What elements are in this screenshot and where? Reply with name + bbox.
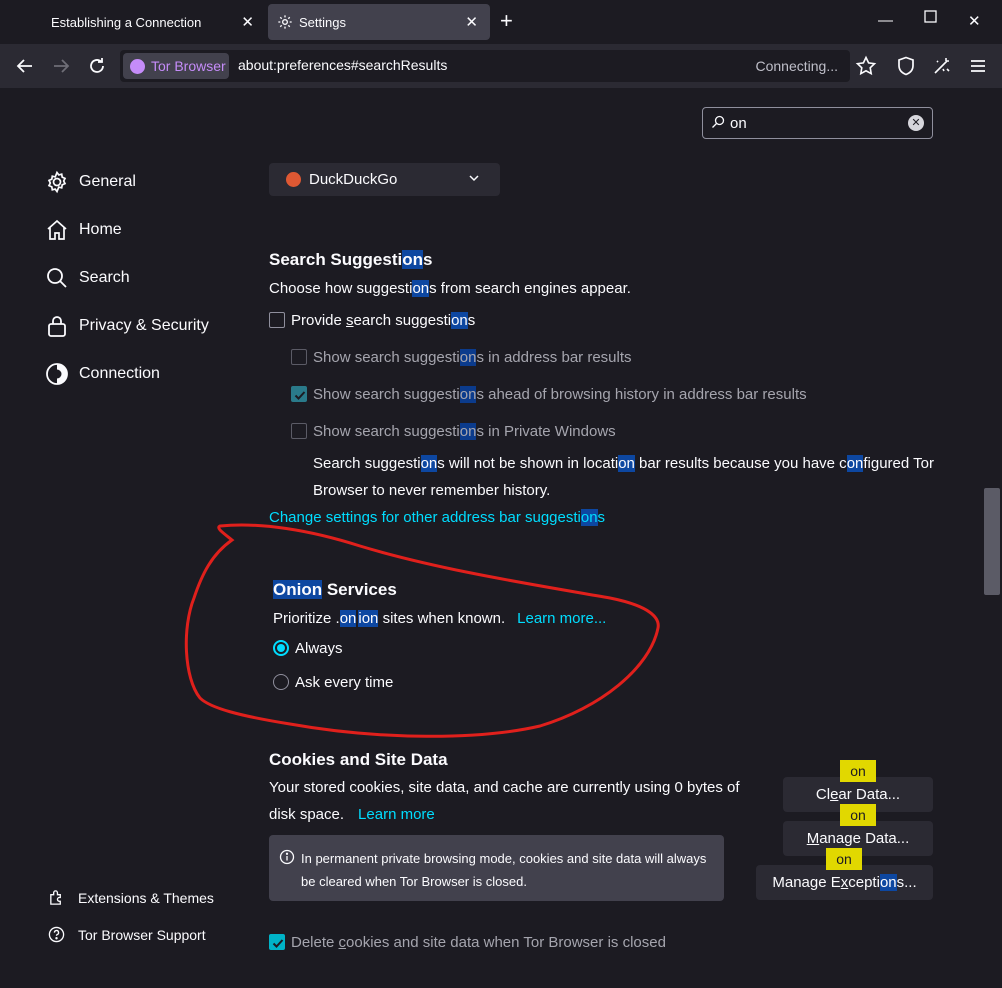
new-identity-icon[interactable]	[931, 55, 953, 77]
checkmark-icon	[272, 939, 284, 948]
minimize-icon[interactable]: —	[878, 12, 893, 29]
sidebar-item-label: General	[79, 173, 136, 190]
reload-icon[interactable]	[86, 55, 108, 77]
red-annotation-circle	[184, 523, 660, 738]
back-icon[interactable]	[14, 55, 36, 77]
manage-exceptions-button[interactable]: Manage Exceptions...	[756, 865, 933, 900]
tor-browser-support-link[interactable]: Tor Browser Support	[48, 926, 206, 943]
suggestions-note-line2: Browser to never remember history.	[313, 482, 551, 499]
gear-icon	[47, 170, 67, 194]
sidebar-item-label: Connection	[79, 365, 160, 382]
find-in-settings-input[interactable]: on ✕	[702, 107, 933, 139]
sidebar-item-general[interactable]: General	[45, 170, 136, 194]
footer-link-label: Tor Browser Support	[78, 926, 206, 943]
close-icon[interactable]: ✕	[241, 13, 254, 31]
suggestions-address-bar-checkbox[interactable]	[291, 349, 307, 365]
tab-settings[interactable]: Settings ✕	[268, 4, 490, 40]
provide-suggestions-label[interactable]: Provide search suggestions	[291, 312, 475, 329]
search-icon	[712, 115, 725, 128]
tab-label: Settings	[299, 14, 346, 30]
connection-icon	[46, 363, 68, 385]
puzzle-icon	[50, 890, 61, 905]
tab-label: Establishing a Connection	[51, 14, 202, 30]
navigation-toolbar: Tor Browser about:preferences#searchResu…	[0, 44, 1002, 88]
search-value: on	[730, 115, 747, 132]
url-bar[interactable]: Tor Browser about:preferences#searchResu…	[120, 50, 850, 82]
identity-label: Tor Browser	[151, 58, 226, 74]
duckduckgo-icon	[286, 172, 301, 187]
suggestions-note-line1: Search suggestions will not be shown in …	[313, 455, 934, 472]
search-match-tag: on	[840, 804, 876, 826]
lock-icon	[48, 316, 66, 337]
search-icon	[47, 268, 67, 288]
clear-search-icon[interactable]: ✕	[908, 115, 924, 131]
search-suggestions-description: Choose how suggestions from search engin…	[269, 280, 631, 297]
chevron-down-icon	[469, 175, 479, 182]
suggestions-ahead-of-history-label: Show search suggestions ahead of browsin…	[313, 386, 807, 403]
close-icon[interactable]: ✕	[465, 13, 478, 31]
identity-box[interactable]: Tor Browser	[123, 53, 229, 79]
shield-icon[interactable]	[895, 55, 917, 77]
menu-icon[interactable]	[967, 55, 989, 77]
scrollbar[interactable]	[984, 88, 1002, 988]
sidebar-item-privacy[interactable]: Privacy & Security	[45, 314, 209, 338]
selected-engine: DuckDuckGo	[309, 171, 398, 188]
suggestions-ahead-of-history-checkbox[interactable]	[291, 386, 307, 402]
search-match-tag: on	[840, 760, 876, 782]
delete-cookies-label: Delete cookies and site data when Tor Br…	[291, 934, 666, 951]
forward-icon[interactable]	[50, 55, 72, 77]
info-icon	[279, 849, 295, 865]
bookmark-star-icon[interactable]	[855, 55, 877, 77]
connection-status: Connecting...	[755, 58, 839, 74]
cookies-description-line2: disk space. Learn more	[269, 806, 435, 823]
tab-establishing-connection[interactable]: Establishing a Connection ✕	[40, 4, 266, 40]
extensions-themes-link[interactable]: Extensions & Themes	[48, 889, 214, 906]
help-icon	[48, 926, 65, 943]
sidebar-item-label: Home	[79, 221, 122, 238]
cookies-heading: Cookies and Site Data	[269, 750, 448, 769]
sidebar-item-home[interactable]: Home	[45, 218, 122, 242]
close-window-icon[interactable]: ✕	[968, 12, 981, 30]
checkmark-icon	[294, 391, 306, 400]
sidebar-item-label: Search	[79, 269, 130, 286]
suggestions-private-windows-label: Show search suggestions in Private Windo…	[313, 423, 616, 440]
scrollbar-thumb[interactable]	[984, 488, 1000, 595]
search-suggestions-heading: Search Suggestions	[269, 250, 433, 269]
new-tab-icon[interactable]: +	[500, 10, 513, 32]
url-text[interactable]: about:preferences#searchResults	[238, 57, 447, 73]
tab-strip: Establishing a Connection ✕ Settings ✕ +…	[0, 0, 1002, 44]
info-text: In permanent private browsing mode, cook…	[301, 851, 707, 889]
suggestions-private-windows-checkbox[interactable]	[291, 423, 307, 439]
cookies-description-line1: Your stored cookies, site data, and cach…	[269, 779, 740, 796]
footer-link-label: Extensions & Themes	[78, 889, 214, 906]
suggestions-address-bar-label: Show search suggestions in address bar r…	[313, 349, 632, 366]
maximize-icon[interactable]	[924, 10, 938, 28]
sidebar-item-connection[interactable]: Connection	[45, 362, 160, 386]
preferences-page: on ✕ General Home Search Privacy & Secur…	[0, 88, 1002, 988]
sidebar-item-label: Privacy & Security	[79, 317, 209, 334]
private-browsing-info-box: In permanent private browsing mode, cook…	[269, 835, 724, 901]
sidebar-item-search[interactable]: Search	[45, 266, 130, 290]
default-search-engine-select[interactable]: DuckDuckGo	[269, 163, 500, 196]
delete-cookies-checkbox[interactable]	[269, 934, 285, 950]
cookies-learn-more-link[interactable]: Learn more	[358, 806, 435, 823]
gear-icon	[278, 15, 292, 29]
provide-suggestions-checkbox[interactable]	[269, 312, 285, 328]
search-match-tag: on	[826, 848, 862, 870]
tor-onion-icon	[130, 58, 145, 74]
home-icon	[47, 219, 67, 240]
